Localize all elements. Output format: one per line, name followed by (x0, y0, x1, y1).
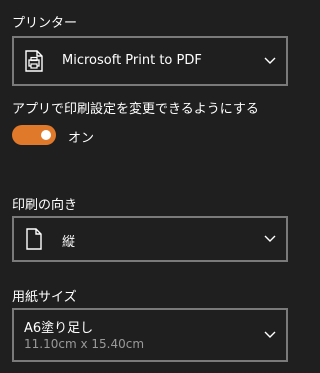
paper-size-label: 用紙サイズ (12, 290, 77, 305)
printer-label: プリンター (12, 16, 78, 31)
orientation-selected: 縦 (62, 235, 76, 250)
chevron-down-icon (264, 331, 276, 338)
page-portrait-icon (26, 228, 42, 250)
printer-selected: Microsoft Print to PDF (62, 53, 202, 68)
app-settings-label: アプリで印刷設定を変更できるようにする (12, 102, 259, 117)
chevron-down-icon (264, 235, 276, 242)
paper-size-dropdown[interactable]: A6塗り足し 11.10cm x 15.40cm (12, 308, 288, 362)
paper-size-dimensions: 11.10cm x 15.40cm (24, 337, 145, 351)
chevron-down-icon (264, 57, 276, 64)
orientation-dropdown[interactable]: 縦 (12, 216, 288, 262)
orientation-label: 印刷の向き (12, 198, 78, 213)
printer-icon (25, 50, 43, 72)
toggle-knob (41, 130, 51, 140)
print-settings-panel: プリンター Microsoft Print to PDF アプリで印刷設定を変更… (0, 0, 300, 373)
printer-dropdown[interactable]: Microsoft Print to PDF (12, 36, 288, 86)
toggle-state-label: オン (68, 131, 95, 146)
paper-size-selected: A6塗り足し (24, 321, 94, 336)
app-settings-toggle[interactable] (12, 125, 56, 145)
